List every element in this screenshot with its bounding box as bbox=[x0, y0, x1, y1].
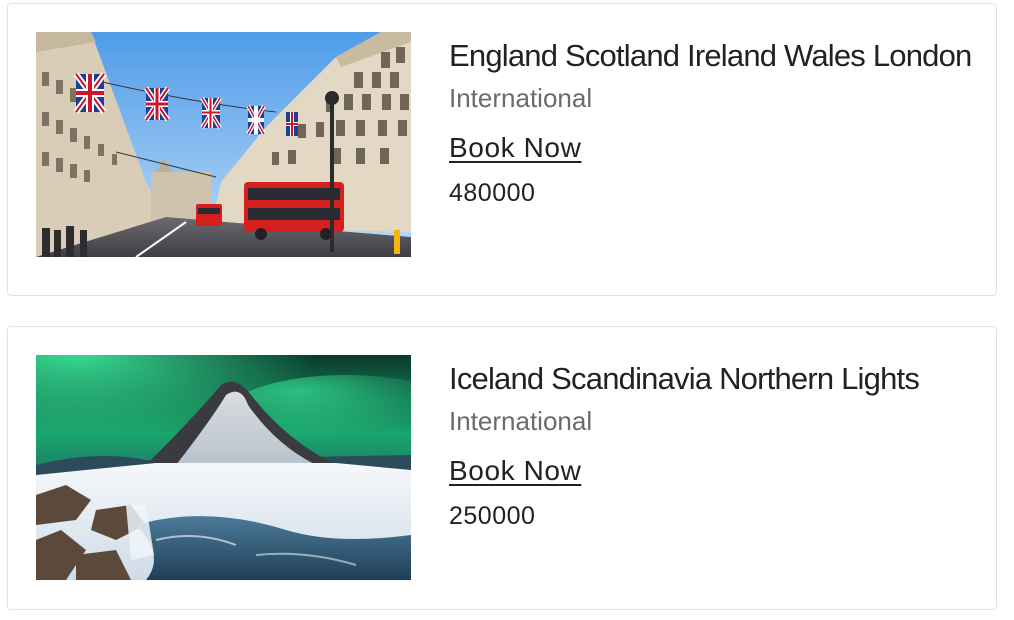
tour-image-iceland[interactable] bbox=[36, 355, 411, 580]
tour-card: England Scotland Ireland Wales London In… bbox=[7, 3, 997, 296]
book-now-link[interactable]: Book Now bbox=[449, 130, 581, 166]
tour-price: 250000 bbox=[449, 502, 536, 530]
tour-title[interactable]: England Scotland Ireland Wales London bbox=[449, 34, 979, 78]
tour-card: Iceland Scandinavia Northern Lights Inte… bbox=[7, 326, 997, 610]
tour-info: Iceland Scandinavia Northern Lights Inte… bbox=[449, 357, 979, 531]
tour-image-london[interactable] bbox=[36, 32, 411, 257]
tour-title[interactable]: Iceland Scandinavia Northern Lights bbox=[449, 357, 979, 401]
tour-category: International bbox=[449, 406, 593, 436]
tour-info: England Scotland Ireland Wales London In… bbox=[449, 34, 979, 208]
tour-price: 480000 bbox=[449, 179, 536, 207]
book-now-link[interactable]: Book Now bbox=[449, 453, 581, 489]
tour-category: International bbox=[449, 83, 593, 113]
